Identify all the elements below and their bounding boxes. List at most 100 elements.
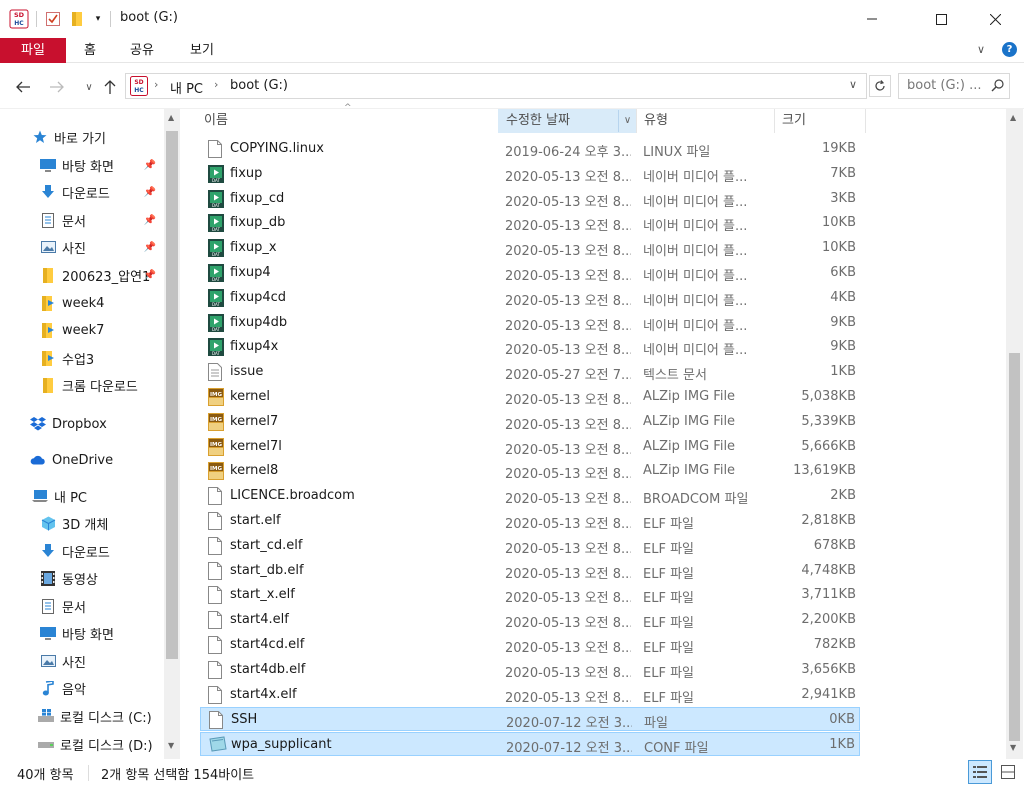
nav-item-pc-pictures[interactable]: 사진	[0, 648, 164, 674]
file-row[interactable]: start_db.elf 2020-05-13 오전 8... ELF 파일 4,74…	[200, 559, 860, 583]
expand-ribbon-icon[interactable]: ∨	[977, 43, 985, 56]
tab-share[interactable]: 공유	[120, 38, 164, 63]
column-size[interactable]: 크기	[774, 109, 866, 133]
close-button[interactable]	[972, 0, 1018, 38]
up-arrow-icon[interactable]	[99, 76, 121, 98]
details-view-button[interactable]	[968, 760, 992, 784]
nav-item-pc-documents[interactable]: 문서	[0, 593, 164, 619]
file-row[interactable]: start4.elf 2020-05-13 오전 8... ELF 파일 2,200K…	[200, 608, 860, 632]
file-row[interactable]: start4db.elf 2020-05-13 오전 8... ELF 파일 3,65…	[200, 658, 860, 682]
nav-item-pc-desktop[interactable]: 바탕 화면	[0, 620, 164, 646]
search-input[interactable]: boot (G:) ...	[907, 78, 982, 93]
file-row[interactable]: issue 2020-05-27 오전 7... 텍스트 문서 1KB	[200, 360, 860, 384]
nav-item-pc-downloads[interactable]: 다운로드	[0, 538, 164, 564]
file-list-scrollbar-thumb[interactable]	[1009, 353, 1020, 741]
address-dropdown-icon[interactable]: ∨	[849, 78, 857, 91]
file-type: 네이버 미디어 플...	[643, 269, 748, 284]
address-bar[interactable]: SD HC › 내 PC › boot (G:) ∨	[125, 73, 867, 99]
file-row[interactable]: start.elf 2020-05-13 오전 8... ELF 파일 2,818KB	[200, 509, 860, 533]
search-icon[interactable]	[991, 79, 1004, 95]
breadcrumb-boot-drive[interactable]: boot (G:)	[230, 78, 288, 93]
large-icons-view-button[interactable]	[996, 760, 1020, 784]
recent-locations-chevron-icon[interactable]: ∨	[78, 76, 100, 98]
file-row[interactable]: start4cd.elf 2020-05-13 오전 8... ELF 파일 782K…	[200, 633, 860, 657]
nav-item-chrome-downloads[interactable]: 크롬 다운로드	[0, 372, 164, 398]
back-arrow-icon[interactable]	[12, 76, 34, 98]
file-row[interactable]: IMG kernel 2020-05-13 오전 8... ALZip IMG Fil…	[200, 385, 860, 409]
file-row[interactable]: start_x.elf 2020-05-13 오전 8... ELF 파일 3,711…	[200, 583, 860, 607]
file-row[interactable]: DAT fixup 2020-05-13 오전 8... 네이버 미디어 플... 7K…	[200, 162, 860, 186]
nav-item-documents[interactable]: 문서 📌	[0, 207, 164, 233]
nav-quick-access[interactable]: 바로 가기	[0, 124, 164, 150]
file-row[interactable]: DAT fixup_db 2020-05-13 오전 8... 네이버 미디어 플..…	[200, 211, 860, 235]
maximize-button[interactable]	[918, 0, 964, 38]
file-row[interactable]: IMG kernel7l 2020-05-13 오전 8... ALZip IMG F…	[200, 435, 860, 459]
nav-item-class3[interactable]: 수업3	[0, 345, 164, 371]
properties-checkbox-icon[interactable]	[44, 9, 62, 29]
nav-dropbox[interactable]: Dropbox	[0, 411, 164, 437]
file-row[interactable]: SSH 2020-07-12 오전 3... 파일 0KB	[200, 707, 860, 732]
help-icon[interactable]: ?	[1002, 42, 1017, 57]
scroll-down-arrow-icon[interactable]: ▼	[1010, 743, 1016, 752]
column-name[interactable]: 이름	[196, 109, 498, 133]
nav-scrollbar-thumb[interactable]	[166, 131, 178, 659]
pin-icon[interactable]: 📌	[144, 270, 156, 281]
file-row[interactable]: DAT fixup_x 2020-05-13 오전 8... 네이버 미디어 플...…	[200, 236, 860, 260]
file-row[interactable]: DAT fixup4 2020-05-13 오전 8... 네이버 미디어 플... 6…	[200, 261, 860, 285]
nav-item-pictures[interactable]: 사진 📌	[0, 234, 164, 260]
column-filter-dropdown-icon[interactable]: ∨	[618, 110, 636, 132]
forward-arrow-icon[interactable]	[46, 76, 68, 98]
file-date-modified: 2020-07-12 오전 3...	[506, 716, 632, 732]
nav-item-local-disk-d[interactable]: 로컬 디스크 (D:)	[0, 731, 164, 757]
pin-icon[interactable]: 📌	[144, 160, 156, 171]
scroll-down-arrow-icon[interactable]: ▼	[168, 741, 174, 750]
nav-item-folder-200623[interactable]: 200623_압연1 📌	[0, 262, 164, 288]
pin-icon[interactable]: 📌	[144, 215, 156, 226]
file-row[interactable]: wpa_supplicant 2020-07-12 오전 3... CONF 파일 1…	[200, 732, 860, 757]
refresh-button[interactable]	[869, 75, 891, 97]
file-row[interactable]: DAT fixup4x 2020-05-13 오전 8... 네이버 미디어 플...…	[200, 335, 860, 359]
file-row[interactable]: DAT fixup4db 2020-05-13 오전 8... 네이버 미디어 플..…	[200, 311, 860, 335]
media-icon: DAT	[208, 164, 224, 183]
tab-home[interactable]: 홈	[72, 38, 108, 63]
pin-icon[interactable]: 📌	[144, 187, 156, 198]
file-date-modified: 2020-05-13 오전 8...	[505, 393, 631, 408]
nav-onedrive[interactable]: OneDrive	[0, 447, 164, 473]
file-row[interactable]: DAT fixup4cd 2020-05-13 오전 8... 네이버 미디어 플..…	[200, 286, 860, 310]
nav-item-music[interactable]: 음악	[0, 675, 164, 701]
nav-item-desktop[interactable]: 바탕 화면 📌	[0, 152, 164, 178]
nav-item-downloads[interactable]: 다운로드 📌	[0, 179, 164, 205]
nav-this-pc[interactable]: 내 PC	[0, 483, 164, 509]
breadcrumb-this-pc[interactable]: 내 PC	[170, 78, 203, 97]
file-list-scrollbar[interactable]: ▲ ▼	[1006, 109, 1023, 759]
nav-item-local-disk-c[interactable]: 로컬 디스크 (C:)	[0, 703, 164, 729]
column-date-modified[interactable]: 수정한 날짜	[498, 109, 636, 133]
scroll-up-arrow-icon[interactable]: ▲	[1010, 113, 1016, 122]
sd-card-app-icon[interactable]: SD HC	[8, 9, 30, 29]
nav-item-week4[interactable]: week4	[0, 290, 164, 316]
file-row[interactable]: DAT fixup_cd 2020-05-13 오전 8... 네이버 미디어 플..…	[200, 187, 860, 211]
tab-view[interactable]: 보기	[180, 38, 224, 63]
file-row[interactable]: start_cd.elf 2020-05-13 오전 8... ELF 파일 678K…	[200, 534, 860, 558]
file-row[interactable]: IMG kernel8 2020-05-13 오전 8... ALZip IMG Fi…	[200, 459, 860, 483]
nav-item-week7[interactable]: week7	[0, 317, 164, 343]
file-name: kernel7	[230, 413, 279, 429]
new-folder-icon[interactable]	[68, 9, 86, 29]
file-type: ELF 파일	[643, 517, 694, 532]
file-row[interactable]: IMG kernel7 2020-05-13 오전 8... ALZip IMG Fi…	[200, 410, 860, 434]
nav-item-videos[interactable]: 동영상	[0, 565, 164, 591]
minimize-button[interactable]	[849, 0, 895, 38]
search-box[interactable]: boot (G:) ...	[898, 73, 1010, 99]
nav-scrollbar[interactable]: ▲ ▼	[164, 109, 180, 759]
nav-item-3d-objects[interactable]: 3D 개체	[0, 510, 164, 536]
tab-file[interactable]: 파일	[0, 38, 66, 63]
file-row[interactable]: start4x.elf 2020-05-13 오전 8... ELF 파일 2,941…	[200, 683, 860, 707]
scroll-up-arrow-icon[interactable]: ▲	[168, 113, 174, 122]
nav-label: 문서	[62, 214, 86, 230]
file-row[interactable]: COPYING.linux 2019-06-24 오후 3... LINUX 파일 1…	[200, 137, 860, 161]
pin-icon[interactable]: 📌	[144, 242, 156, 253]
column-type[interactable]: 유형	[636, 109, 772, 133]
column-divider[interactable]	[865, 109, 866, 133]
quick-access-dropdown-icon[interactable]: ▾	[92, 9, 104, 29]
file-row[interactable]: LICENCE.broadcom 2020-05-13 오전 8... BROADC…	[200, 484, 860, 508]
